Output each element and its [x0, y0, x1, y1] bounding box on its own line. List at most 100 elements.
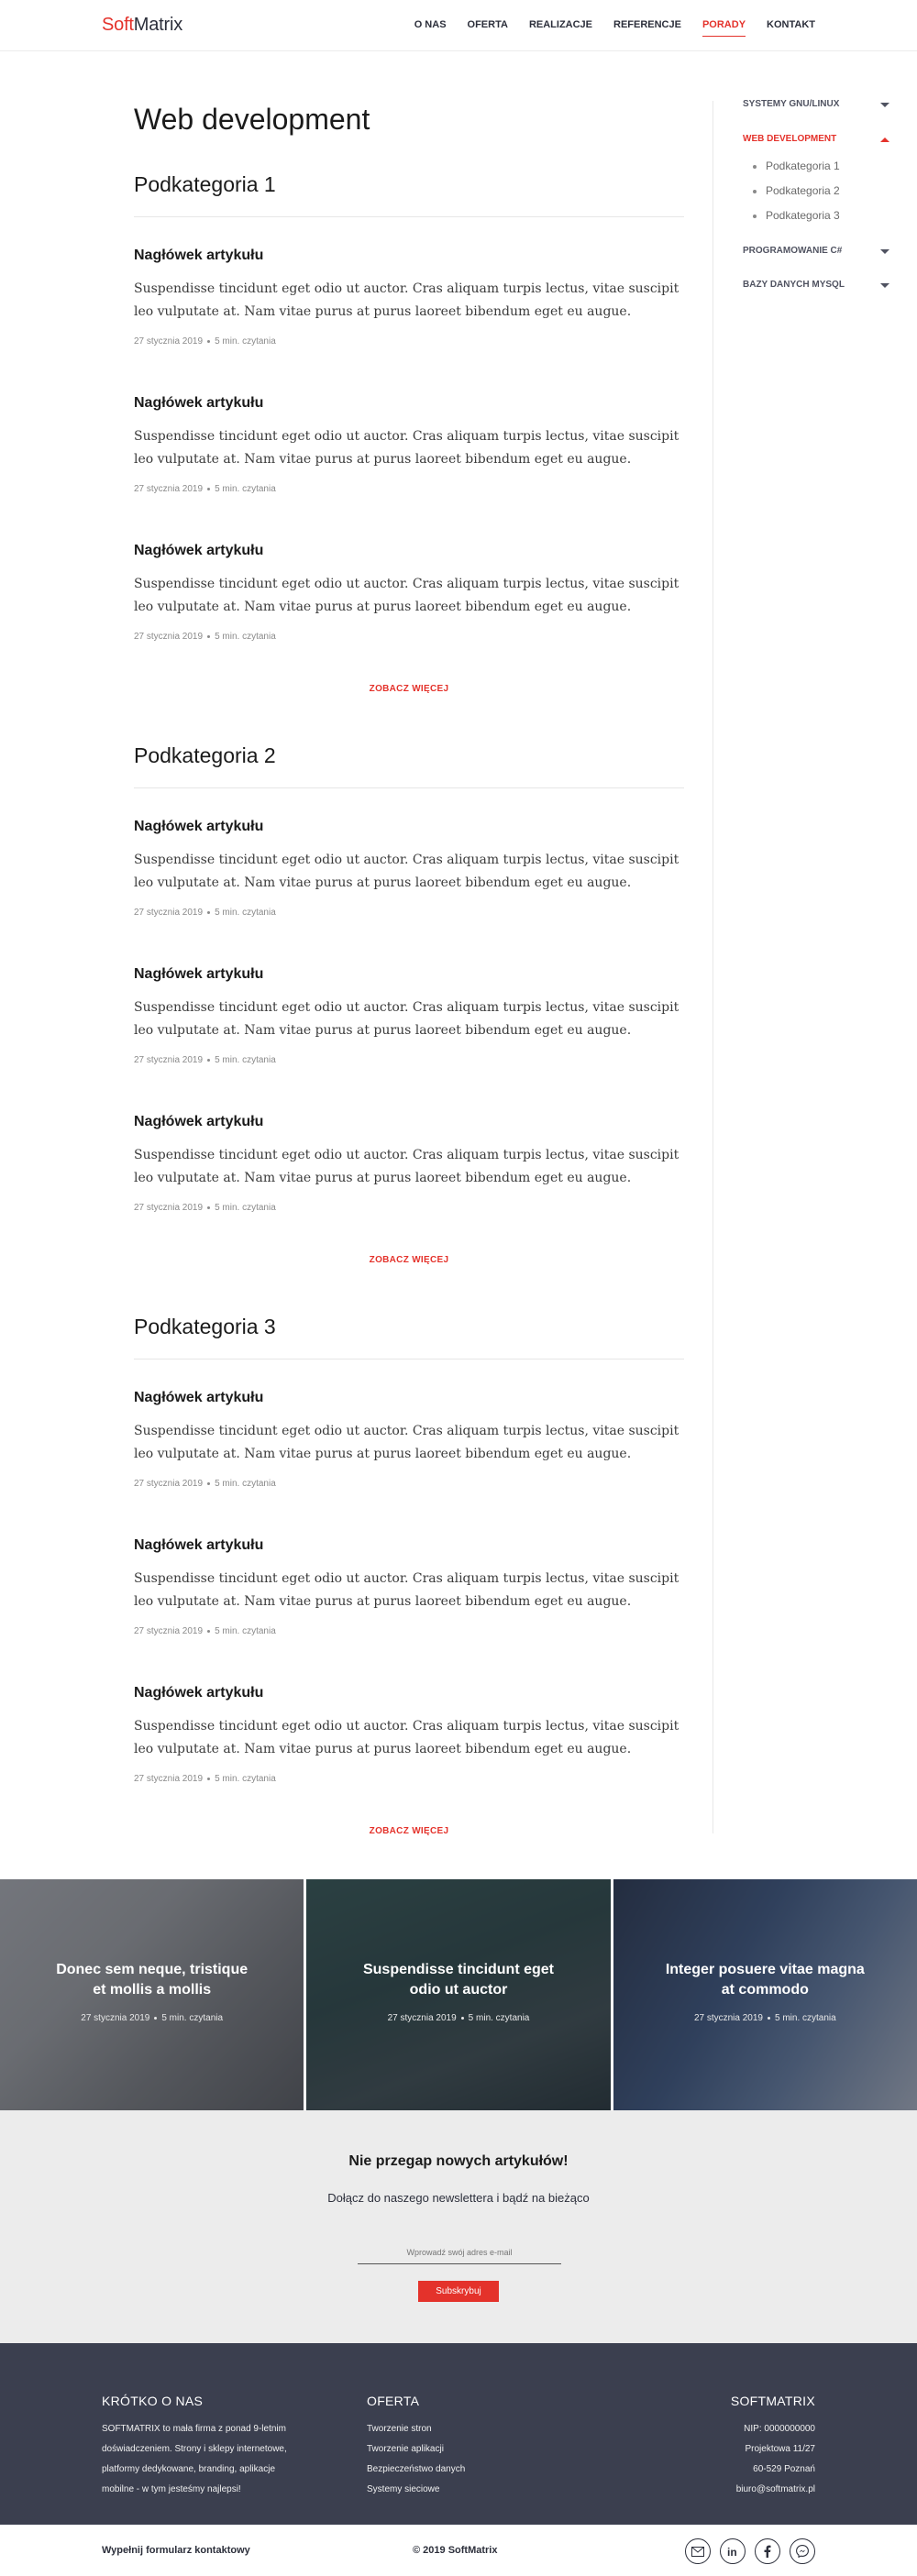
logo[interactable]: SoftMatrix	[102, 15, 182, 36]
footer-email-link[interactable]: biuro@softmatrix.pl	[731, 2480, 815, 2500]
featured-title: Suspendisse tincidunt eget odio ut aucto…	[362, 1962, 554, 1998]
copyright: © 2019 SoftMatrix	[413, 2545, 498, 2556]
subscribe-button[interactable]: Subskrybuj	[418, 2281, 499, 2302]
article-meta: 27 stycznia 2019 5 min. czytania	[134, 1479, 684, 1489]
article-excerpt: Suspendisse tincidunt eget odio ut aucto…	[134, 1424, 679, 1461]
article-item: Nagłówek artykułu Suspendisse tincidunt …	[134, 1390, 684, 1489]
article-date: 27 stycznia 2019	[134, 1774, 204, 1784]
footer-about-text: mobilne - w tym jesteśmy najlepsi!	[102, 2484, 241, 2494]
sidebar-category[interactable]: PROGRAMOWANIE C#	[743, 246, 889, 262]
chevron-down-icon[interactable]	[880, 103, 889, 107]
article-title[interactable]: Nagłówek artykułu	[134, 248, 684, 264]
article-read-time: 5 min. czytania	[215, 484, 276, 494]
article-date: 27 stycznia 2019	[134, 1055, 204, 1065]
featured-tile[interactable]: Donec sem neque, tristique et mollis a m…	[0, 1879, 304, 2110]
linkedin-icon[interactable]: in	[720, 2538, 746, 2564]
see-more-link[interactable]: ZOBACZ WIĘCEJ	[134, 684, 684, 694]
article-meta: 27 stycznia 2019 5 min. czytania	[134, 484, 684, 494]
article-title[interactable]: Nagłówek artykułu	[134, 1537, 684, 1554]
article-title[interactable]: Nagłówek artykułu	[134, 395, 684, 412]
page-title: Web development	[134, 103, 370, 136]
see-more-link[interactable]: ZOBACZ WIĘCEJ	[134, 1826, 684, 1836]
newsletter-lead: Dołącz do naszego newslettera i bądź na …	[327, 2191, 590, 2205]
sidebar-subitem[interactable]: Podkategoria 3	[743, 209, 889, 234]
footer-offer-link[interactable]: Bezpieczeństwo danych	[367, 2460, 465, 2480]
article-title[interactable]: Nagłówek artykułu	[134, 819, 684, 835]
article-meta: 27 stycznia 2019 5 min. czytania	[134, 1626, 684, 1636]
article-item: Nagłówek artykułu Suspendisse tincidunt …	[134, 395, 684, 494]
article-excerpt: Suspendisse tincidunt eget odio ut aucto…	[134, 281, 679, 319]
email-input[interactable]	[358, 2240, 561, 2264]
article-meta: 27 stycznia 2019 5 min. czytania	[134, 632, 684, 642]
messenger-icon[interactable]	[790, 2538, 815, 2564]
article-read-time: 5 min. czytania	[215, 632, 276, 642]
footer-about-text: doświadczeniem. Strony i sklepy internet…	[102, 2444, 287, 2454]
article-item: Nagłówek artykułu Suspendisse tincidunt …	[134, 819, 684, 918]
top-navigation: SoftMatrix O NAS OFERTA REALIZACJE REFER…	[0, 0, 917, 51]
footer-offer-title: OFERTA	[367, 2394, 420, 2408]
footer-offer-link[interactable]: Tworzenie aplikacji	[367, 2439, 465, 2460]
featured-read-time: 5 min. czytania	[468, 2013, 530, 2023]
featured-articles: Donec sem neque, tristique et mollis a m…	[0, 1879, 917, 2110]
subcategory-section: Podkategoria 2	[134, 742, 684, 788]
article-item: Nagłówek artykułu Suspendisse tincidunt …	[134, 248, 684, 347]
subcategory-title[interactable]: Podkategoria 1	[134, 171, 684, 198]
newsletter-section: Nie przegap nowych artykułów! Dołącz do …	[0, 2110, 917, 2343]
sidebar-category[interactable]: BAZY DANYCH MYSQL	[743, 280, 889, 296]
footer-offer-link[interactable]: Tworzenie stron	[367, 2419, 465, 2439]
article-date: 27 stycznia 2019	[134, 336, 204, 347]
article-title[interactable]: Nagłówek artykułu	[134, 1114, 684, 1130]
sidebar-category-active[interactable]: WEB DEVELOPMENT	[743, 134, 889, 150]
divider	[134, 216, 684, 217]
chevron-down-icon[interactable]	[880, 283, 889, 288]
bottom-bar: Wypełnij formularz kontaktowy © 2019 Sof…	[0, 2525, 917, 2576]
article-title[interactable]: Nagłówek artykułu	[134, 1390, 684, 1406]
article-excerpt: Suspendisse tincidunt eget odio ut aucto…	[134, 1719, 679, 1756]
sidebar-subitem[interactable]: Podkategoria 2	[743, 184, 889, 209]
article-title[interactable]: Nagłówek artykułu	[134, 966, 684, 983]
article-read-time: 5 min. czytania	[215, 1626, 276, 1636]
facebook-icon[interactable]	[755, 2538, 780, 2564]
nav-oferta[interactable]: OFERTA	[468, 19, 508, 37]
footer-nip: NIP: 0000000000	[744, 2424, 815, 2434]
social-links: in	[685, 2538, 815, 2564]
chevron-down-icon[interactable]	[880, 249, 889, 254]
footer: KRÓTKO O NAS SOFTMATRIX to mała firma z …	[0, 2343, 917, 2525]
sidebar-subitem[interactable]: Podkategoria 1	[743, 160, 889, 184]
subcategory-section: Podkategoria 1	[134, 171, 684, 217]
nav-realizacje[interactable]: REALIZACJE	[529, 19, 592, 37]
subcategory-section: Podkategoria 3	[134, 1313, 684, 1360]
article-meta: 27 stycznia 2019 5 min. czytania	[134, 336, 684, 347]
article-excerpt: Suspendisse tincidunt eget odio ut aucto…	[134, 429, 679, 467]
nav-o-nas[interactable]: O NAS	[414, 19, 447, 37]
nav-porady[interactable]: PORADY	[702, 19, 746, 37]
footer-company-title: SOFTMATRIX	[730, 2394, 815, 2408]
contact-form-link[interactable]: Wypełnij formularz kontaktowy	[102, 2545, 250, 2556]
nav-referencje[interactable]: REFERENCJE	[613, 19, 681, 37]
logo-part-1: Soft	[102, 15, 134, 35]
svg-text:in: in	[727, 2546, 737, 2558]
chevron-up-icon[interactable]	[880, 138, 889, 142]
article-read-time: 5 min. czytania	[215, 336, 276, 347]
featured-tile[interactable]: Suspendisse tincidunt eget odio ut aucto…	[306, 1879, 611, 2110]
sidebar-category-label: SYSTEMY GNU/LINUX	[743, 99, 840, 109]
nav-kontakt[interactable]: KONTAKT	[767, 19, 815, 37]
featured-tile[interactable]: Integer posuere vitae magna at commodo 2…	[613, 1879, 917, 2110]
footer-city: 60-529 Poznań	[753, 2464, 815, 2474]
subcategory-title[interactable]: Podkategoria 2	[134, 742, 684, 769]
main-menu: O NAS OFERTA REALIZACJE REFERENCJE PORAD…	[414, 19, 815, 37]
article-date: 27 stycznia 2019	[134, 1203, 204, 1213]
article-read-time: 5 min. czytania	[215, 1203, 276, 1213]
article-excerpt: Suspendisse tincidunt eget odio ut aucto…	[134, 1571, 679, 1609]
see-more-link[interactable]: ZOBACZ WIĘCEJ	[134, 1255, 684, 1265]
sidebar-category[interactable]: SYSTEMY GNU/LINUX	[743, 99, 889, 116]
article-item: Nagłówek artykułu Suspendisse tincidunt …	[134, 1685, 684, 1784]
footer-offer-link[interactable]: Systemy sieciowe	[367, 2480, 465, 2500]
article-title[interactable]: Nagłówek artykułu	[134, 1685, 684, 1701]
sidebar-category-label: WEB DEVELOPMENT	[743, 134, 837, 144]
article-date: 27 stycznia 2019	[134, 484, 204, 494]
article-title[interactable]: Nagłówek artykułu	[134, 543, 684, 559]
mail-icon[interactable]	[685, 2538, 711, 2564]
subcategory-title[interactable]: Podkategoria 3	[134, 1313, 684, 1340]
article-meta: 27 stycznia 2019 5 min. czytania	[134, 1774, 684, 1784]
